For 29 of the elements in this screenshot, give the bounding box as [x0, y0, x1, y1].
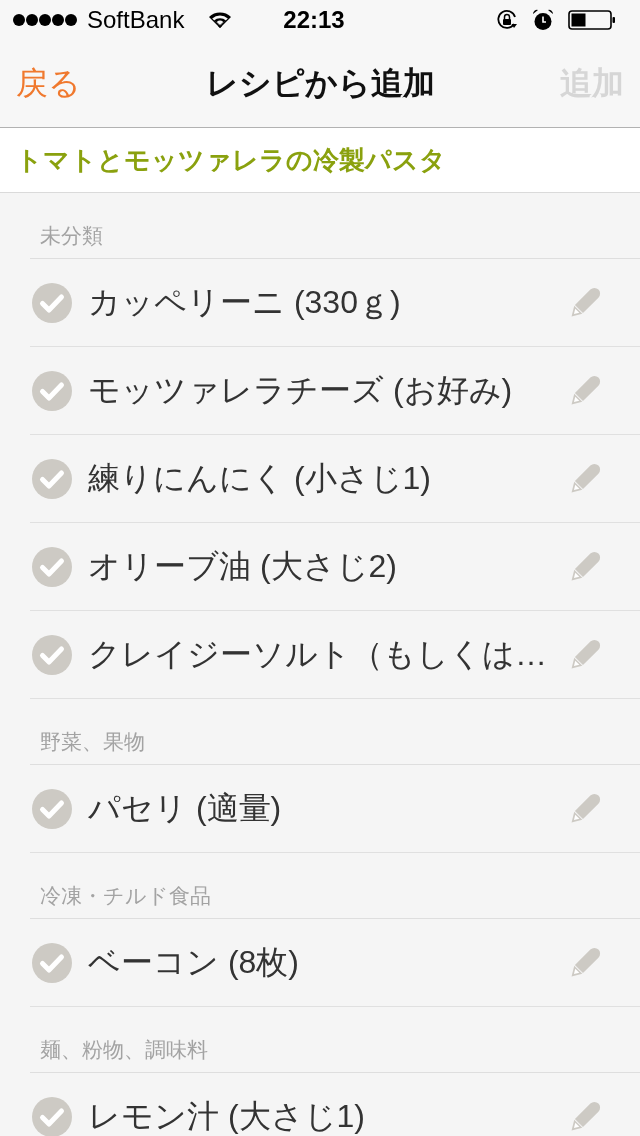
carrier-name: SoftBank — [87, 8, 185, 32]
ingredient-name: モッツァレラチーズ (お好み) — [88, 372, 514, 409]
ingredient-name: オリーブ油 (大さじ2) — [88, 548, 398, 585]
check-circle-icon[interactable] — [32, 282, 72, 323]
ingredient-name: クレイジーソルト（もしくは… — [88, 636, 548, 673]
section-header: 冷凍・チルド食品 — [40, 882, 211, 908]
ingredient-name: パセリ (適量) — [88, 790, 283, 827]
alarm-clock-icon — [532, 9, 554, 31]
battery-icon — [568, 10, 616, 30]
check-circle-icon[interactable] — [32, 458, 72, 499]
check-circle-icon[interactable] — [32, 942, 72, 983]
ingredient-name: 練りにんにく (小さじ1) — [88, 460, 432, 497]
screen-title: レシピから追加 — [205, 64, 435, 103]
wifi-icon — [208, 11, 233, 29]
section-header: 野菜、果物 — [40, 728, 145, 754]
ingredient-name: ベーコン (8枚) — [88, 944, 300, 981]
back-button[interactable]: 戻る — [16, 64, 81, 103]
ingredient-name: カッペリーニ (330ｇ) — [88, 284, 402, 321]
section-header: 未分類 — [40, 222, 103, 248]
section-header: 麺、粉物、調味料 — [40, 1036, 208, 1062]
signal-icon — [12, 13, 78, 27]
check-circle-icon[interactable] — [32, 634, 72, 675]
check-circle-icon[interactable] — [32, 546, 72, 587]
check-circle-icon[interactable] — [32, 370, 72, 411]
rotation-lock-icon — [496, 9, 518, 31]
recipe-title: トマトとモッツァレラの冷製パスタ — [0, 128, 640, 193]
check-circle-icon[interactable] — [32, 788, 72, 829]
ingredient-name: レモン汁 (大さじ1) — [88, 1098, 366, 1135]
status-time: 22:13 — [283, 8, 345, 32]
